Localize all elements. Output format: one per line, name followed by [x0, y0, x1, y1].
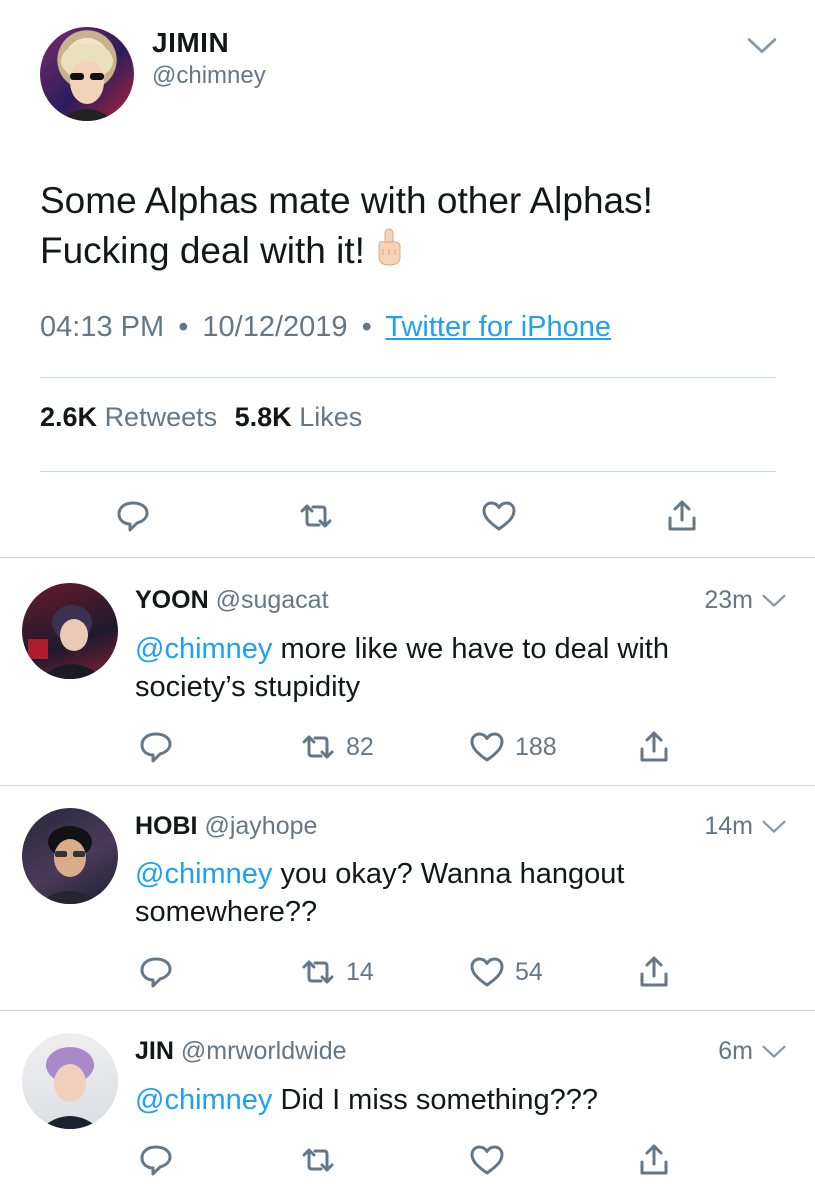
chevron-down-icon[interactable]: [746, 36, 778, 56]
like-count: 54: [515, 957, 543, 986]
reply-author-name[interactable]: YOON: [135, 586, 209, 614]
share-button[interactable]: [634, 1140, 674, 1180]
divider: [0, 1010, 815, 1011]
like-button[interactable]: [479, 496, 519, 536]
share-button[interactable]: [662, 496, 702, 536]
reply-icon: [136, 727, 176, 767]
reply-body: Did I miss something???: [272, 1084, 599, 1116]
retweet-button[interactable]: 14: [298, 952, 374, 992]
reply-icon: [136, 1140, 176, 1180]
retweet-count: 82: [346, 732, 374, 761]
main-author-name[interactable]: JIMIN: [152, 27, 229, 59]
tweet-metadata: 04:13 PM • 10/12/2019 • Twitter for iPho…: [40, 311, 611, 344]
reply-author-handle[interactable]: @sugacat: [216, 586, 329, 614]
main-author-handle[interactable]: @chimney: [152, 62, 266, 90]
reply-time: 23m: [704, 586, 753, 614]
retweet-count: 14: [346, 957, 374, 986]
like-label[interactable]: Likes: [299, 402, 362, 432]
reply-text: @chimney more like we have to deal with …: [135, 630, 775, 706]
share-button[interactable]: [634, 727, 674, 767]
reply-button[interactable]: [136, 952, 176, 992]
retweet-button[interactable]: [298, 1140, 338, 1180]
like-button[interactable]: 54: [467, 952, 543, 992]
reply-time: 6m: [718, 1037, 753, 1065]
tweet-source-link[interactable]: Twitter for iPhone: [385, 311, 611, 343]
divider: [0, 557, 815, 558]
retweet-button[interactable]: [296, 496, 336, 536]
mention-link[interactable]: @chimney: [135, 633, 272, 665]
reply-timestamp: 14m: [704, 812, 787, 841]
reply-icon: [136, 952, 176, 992]
middle-finger-emoji-icon: [375, 227, 403, 280]
reply-button[interactable]: [113, 496, 153, 536]
retweet-button[interactable]: 82: [298, 727, 374, 767]
share-icon: [634, 727, 674, 767]
main-avatar[interactable]: [40, 27, 134, 121]
reply-author[interactable]: JIN @mrworldwide: [135, 1037, 347, 1066]
chevron-down-icon[interactable]: [761, 593, 787, 609]
reply-author-handle[interactable]: @jayhope: [204, 812, 317, 840]
retweet-count[interactable]: 2.6K: [40, 402, 97, 432]
divider: [0, 785, 815, 786]
share-icon: [634, 952, 674, 992]
reply-timestamp: 23m: [704, 586, 787, 615]
share-button[interactable]: [634, 952, 674, 992]
share-icon: [634, 1140, 674, 1180]
reply-avatar[interactable]: [22, 808, 118, 904]
reply-time: 14m: [704, 812, 753, 840]
reply-avatar[interactable]: [22, 583, 118, 679]
like-count[interactable]: 5.8K: [235, 402, 292, 432]
meta-separator: •: [361, 311, 372, 343]
heart-icon: [467, 952, 507, 992]
like-button[interactable]: [467, 1140, 507, 1180]
tweet-text-line1: Some Alphas mate with other Alphas!: [40, 180, 653, 221]
divider: [40, 471, 776, 472]
divider: [40, 377, 776, 378]
chevron-down-icon[interactable]: [761, 1044, 787, 1060]
retweet-icon: [298, 1140, 338, 1180]
reply-author-name[interactable]: HOBI: [135, 812, 198, 840]
heart-icon: [479, 496, 519, 536]
meta-separator: •: [178, 311, 189, 343]
reply-author[interactable]: YOON @sugacat: [135, 586, 329, 615]
tweet-stats: 2.6K Retweets 5.8K Likes: [40, 402, 362, 433]
reply-button[interactable]: [136, 727, 176, 767]
chevron-down-icon[interactable]: [761, 819, 787, 835]
reply-avatar[interactable]: [22, 1033, 118, 1129]
mention-link[interactable]: @chimney: [135, 858, 272, 890]
heart-icon: [467, 727, 507, 767]
tweet-text: Some Alphas mate with other Alphas! Fuck…: [40, 176, 780, 280]
mention-link[interactable]: @chimney: [135, 1084, 272, 1116]
avatar-image: [60, 43, 114, 121]
like-count: 188: [515, 732, 557, 761]
reply-icon: [113, 496, 153, 536]
share-icon: [662, 496, 702, 536]
tweet-date: 10/12/2019: [202, 311, 348, 343]
reply-text: @chimney Did I miss something???: [135, 1081, 775, 1119]
reply-author-handle[interactable]: @mrworldwide: [181, 1037, 347, 1065]
reply-button[interactable]: [136, 1140, 176, 1180]
retweet-icon: [298, 727, 338, 767]
reply-author-name[interactable]: JIN: [135, 1037, 174, 1065]
retweet-icon: [296, 496, 336, 536]
like-button[interactable]: 188: [467, 727, 557, 767]
reply-timestamp: 6m: [718, 1037, 787, 1066]
retweet-icon: [298, 952, 338, 992]
retweet-label[interactable]: Retweets: [105, 402, 218, 432]
reply-text: @chimney you okay? Wanna hangout somewhe…: [135, 855, 775, 931]
reply-author[interactable]: HOBI @jayhope: [135, 812, 317, 841]
tweet-text-line2: Fucking deal with it!: [40, 230, 365, 271]
heart-icon: [467, 1140, 507, 1180]
tweet-time: 04:13 PM: [40, 311, 165, 343]
